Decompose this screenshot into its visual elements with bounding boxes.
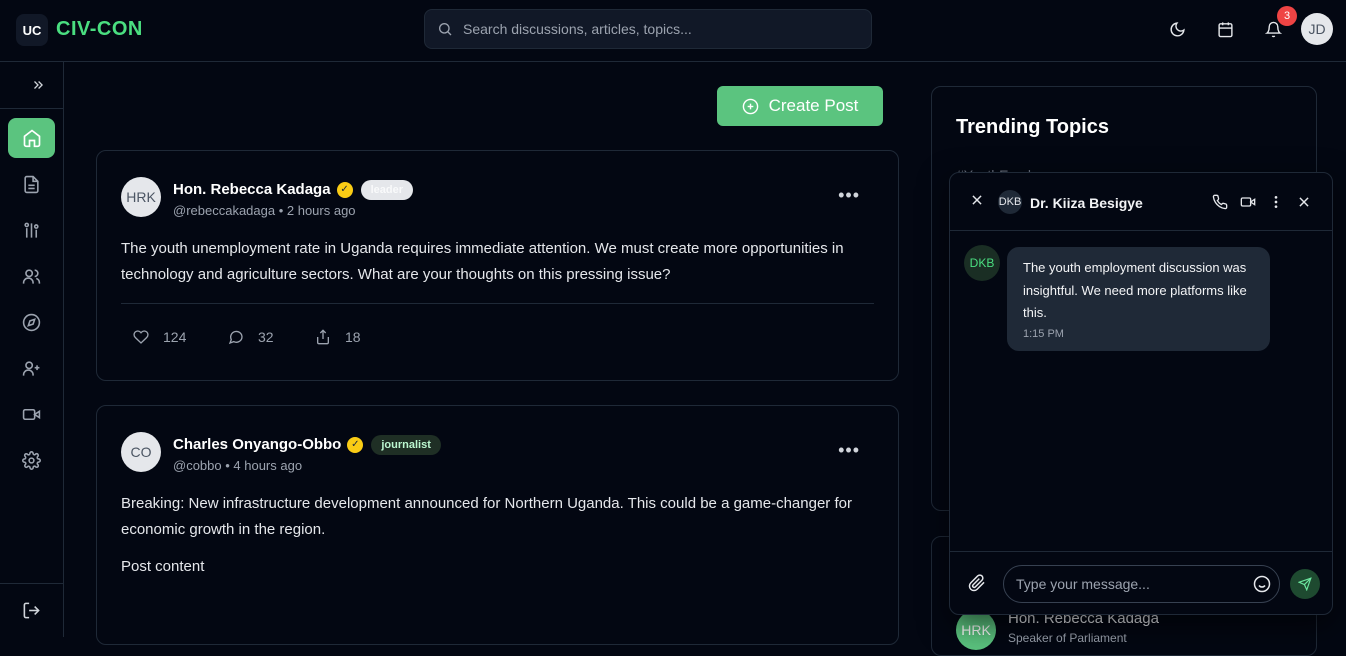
message-text: The youth employment discussion was insi… [1023, 260, 1247, 320]
sidebar-item-topics[interactable] [8, 210, 55, 250]
user-plus-icon [22, 360, 40, 376]
send-button[interactable] [1290, 569, 1320, 599]
document-icon [24, 175, 39, 193]
send-icon [1298, 577, 1312, 591]
message-time: 1:15 PM [1023, 327, 1064, 340]
app-name[interactable]: CIV-CON [56, 18, 143, 41]
logo-icon[interactable]: UC [16, 14, 48, 46]
sidebar-item-articles[interactable] [8, 164, 55, 204]
like-button[interactable]: 124 [133, 329, 186, 345]
video-icon [22, 408, 41, 420]
role-badge: leader [360, 180, 413, 200]
avatar[interactable]: HRK [121, 177, 161, 217]
search-bar[interactable] [424, 9, 872, 49]
compass-icon [22, 313, 41, 331]
notification-badge: 3 [1277, 6, 1297, 26]
video-call-icon[interactable] [1238, 192, 1258, 212]
post-meta: @rebeccakadaga • 2 hours ago [173, 203, 356, 218]
comment-icon [228, 330, 243, 345]
suggested-subtitle: Speaker of Parliament [1008, 631, 1127, 645]
message-bubble: The youth employment discussion was insi… [1007, 247, 1270, 351]
post-text: Breaking: New infrastructure development… [121, 495, 852, 538]
comment-button[interactable]: 32 [228, 329, 274, 345]
user-avatar[interactable]: JD [1301, 13, 1333, 45]
share-button[interactable]: 18 [315, 329, 361, 345]
post-text: The youth unemployment rate in Uganda re… [121, 240, 844, 283]
chat-footer [950, 551, 1332, 614]
avatar: DKB [964, 245, 1000, 281]
minimize-chat-icon[interactable] [970, 193, 984, 212]
chevrons-right-icon[interactable] [0, 62, 63, 109]
comment-count: 32 [258, 329, 274, 345]
phone-icon[interactable] [1210, 192, 1230, 212]
search-input[interactable] [463, 21, 843, 37]
share-count: 18 [345, 329, 361, 345]
author-name[interactable]: Charles Onyango-Obbo [173, 436, 341, 453]
gear-icon [22, 450, 41, 470]
logout-button[interactable] [0, 583, 63, 637]
sidebar-item-home[interactable] [8, 118, 55, 158]
emoji-icon[interactable] [1253, 575, 1271, 598]
post-card: CO Charles Onyango-Obbo ✓ journalist @cobb… [96, 405, 899, 645]
plus-circle-icon [742, 98, 758, 114]
verified-icon: ✓ [336, 182, 353, 198]
avatar: DKB [998, 190, 1022, 214]
trending-title: Trending Topics [956, 116, 1109, 138]
verified-icon: ✓ [347, 437, 364, 453]
avatar[interactable]: CO [121, 432, 161, 472]
post-extra-text: Post content [121, 558, 205, 575]
top-bar: UC CIV-CON 3 JD [0, 0, 1346, 62]
more-vertical-icon[interactable] [1266, 192, 1286, 212]
more-options-icon[interactable]: ••• [838, 185, 860, 206]
paperclip-icon[interactable] [968, 574, 986, 597]
sidebar-item-settings[interactable] [8, 440, 55, 480]
post-author: Hon. Rebecca Kadaga ✓ leader [173, 180, 413, 200]
create-post-button[interactable]: Create Post [717, 86, 883, 126]
post-card: HRK Hon. Rebecca Kadaga ✓ leader @rebeccak… [96, 150, 899, 381]
users-icon [22, 268, 41, 284]
create-post-label: Create Post [768, 96, 859, 115]
post-author: Charles Onyango-Obbo ✓ journalist [173, 435, 441, 455]
avatar[interactable]: HRK [956, 610, 996, 650]
topics-icon [24, 222, 39, 238]
chat-header: DKB Dr. Kiiza Besigye [950, 173, 1332, 231]
post-meta: @cobbo • 4 hours ago [173, 458, 303, 473]
author-name[interactable]: Hon. Rebecca Kadaga [173, 181, 331, 198]
calendar-icon[interactable] [1213, 17, 1237, 41]
message-input[interactable] [1016, 576, 1246, 592]
sidebar-item-add-user[interactable] [8, 348, 55, 388]
message-input-wrapper[interactable] [1003, 565, 1280, 603]
sidebar-item-explore[interactable] [8, 302, 55, 342]
like-count: 124 [163, 329, 187, 345]
close-icon[interactable] [1294, 192, 1314, 212]
moon-icon[interactable] [1165, 17, 1189, 41]
more-options-icon[interactable]: ••• [838, 440, 860, 461]
home-icon [23, 129, 40, 148]
role-badge: journalist [371, 435, 441, 455]
search-icon [439, 23, 452, 36]
sidebar-item-video[interactable] [8, 394, 55, 434]
divider [121, 303, 874, 304]
share-icon [317, 329, 329, 345]
heart-icon [133, 330, 149, 344]
sidebar [0, 62, 64, 637]
chat-window: DKB Dr. Kiiza Besigye DKB The youth empl… [949, 172, 1333, 615]
sidebar-item-community[interactable] [8, 256, 55, 296]
logout-icon [23, 602, 40, 619]
chat-contact-name: Dr. Kiiza Besigye [1030, 195, 1143, 211]
